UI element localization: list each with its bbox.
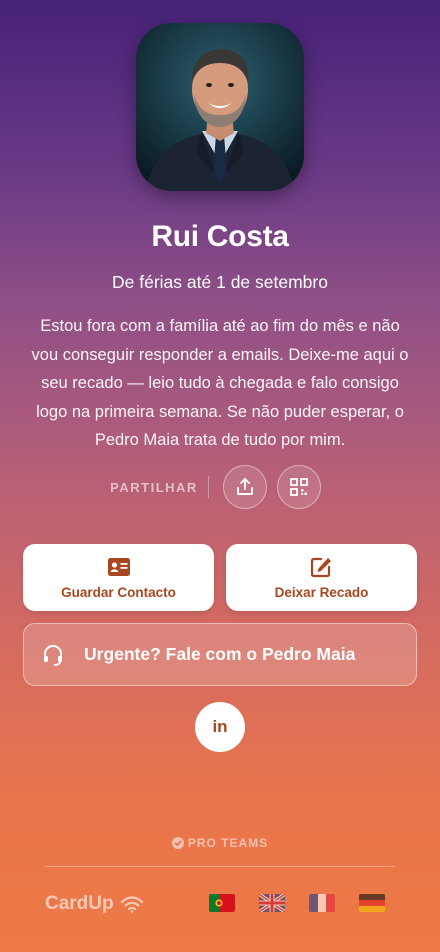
share-upload-icon xyxy=(236,478,253,495)
qr-code-button[interactable] xyxy=(276,465,321,509)
share-label: PARTILHAR xyxy=(110,479,198,495)
flag-de-icon[interactable] xyxy=(359,894,385,912)
pro-teams-label: PRO TEAMS xyxy=(187,836,269,850)
flag-pt-icon[interactable] xyxy=(209,894,235,912)
share-row: PARTILHAR xyxy=(0,465,440,509)
check-circle-icon xyxy=(171,837,184,849)
headset-icon xyxy=(44,644,62,666)
flag-en-icon[interactable] xyxy=(259,894,285,912)
contact-card-icon xyxy=(107,557,130,576)
edit-icon xyxy=(310,557,331,577)
share-divider xyxy=(207,476,209,498)
leave-message-label: Deixar Recado xyxy=(274,584,369,600)
linkedin-icon: in xyxy=(212,717,228,736)
bio-text: Estou fora com a família até ao fim do m… xyxy=(31,317,409,449)
qr-code-icon xyxy=(289,478,308,496)
share-button[interactable] xyxy=(222,465,267,509)
pro-teams-badge: PRO TEAMS xyxy=(0,836,440,850)
language-selector xyxy=(0,894,440,916)
save-contact-label: Guardar Contacto xyxy=(61,584,176,600)
footer-divider xyxy=(45,866,395,867)
save-contact-button[interactable]: Guardar Contacto xyxy=(23,544,214,611)
flag-fr-icon[interactable] xyxy=(309,894,335,912)
leave-message-button[interactable]: Deixar Recado xyxy=(226,544,417,611)
status-text: De férias até 1 de setembro xyxy=(112,272,328,292)
avatar-photo xyxy=(136,23,304,191)
urgent-label: Urgente? Fale com o Pedro Maia xyxy=(84,644,356,664)
urgent-contact-button[interactable]: Urgente? Fale com o Pedro Maia xyxy=(23,623,417,686)
linkedin-button[interactable]: in xyxy=(195,702,245,752)
avatar xyxy=(136,23,304,191)
profile-name: Rui Costa xyxy=(151,220,289,253)
